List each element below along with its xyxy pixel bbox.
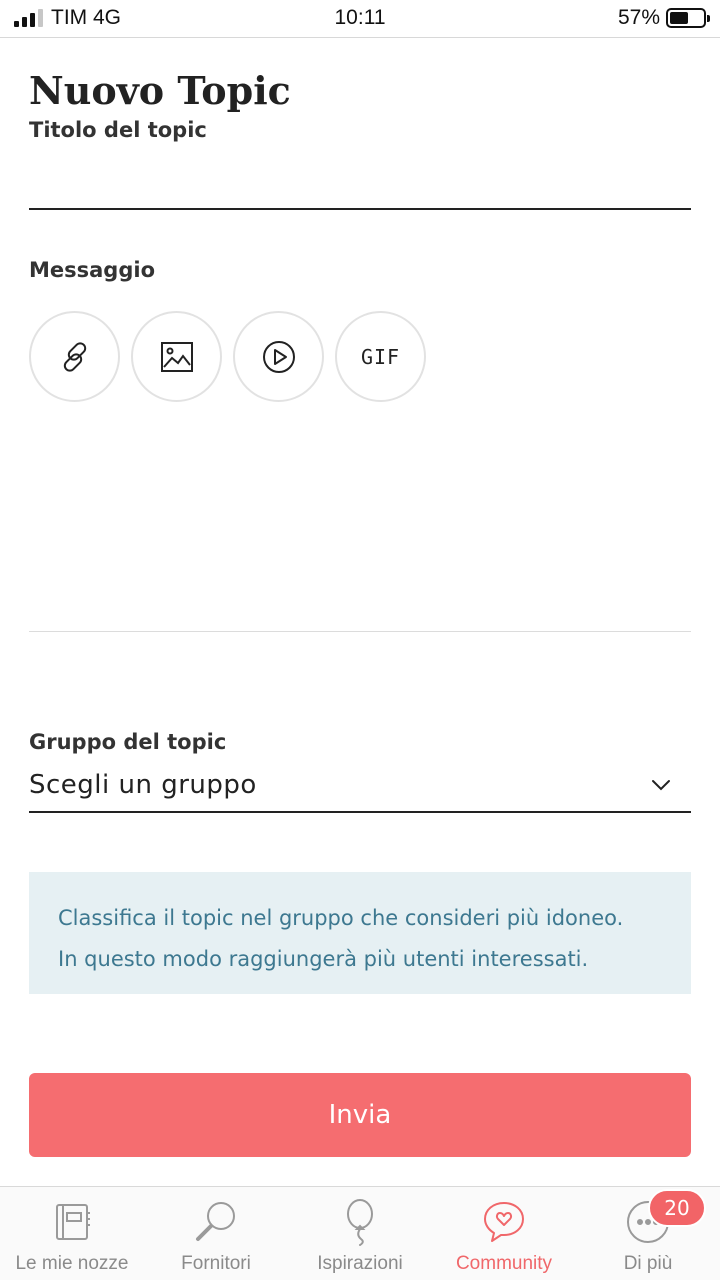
info-text-line-1: Classifica il topic nel gruppo che consi… <box>58 906 624 930</box>
nav-item-ispirazioni[interactable]: Ispirazioni <box>288 1187 432 1280</box>
insert-image-button[interactable] <box>131 311 222 402</box>
gif-icon: GIF <box>360 344 401 369</box>
chat-heart-icon <box>484 1202 524 1242</box>
group-select-value: Scegli un gruppo <box>29 769 257 800</box>
balloon-icon <box>347 1199 373 1246</box>
message-label: Messaggio <box>29 258 155 282</box>
group-select[interactable]: Scegli un gruppo <box>29 758 691 813</box>
status-bar: TIM 4G 10:11 57% <box>0 0 720 38</box>
nav-label: Community <box>455 1253 553 1274</box>
battery-icon <box>666 8 710 28</box>
insert-gif-button[interactable]: GIF <box>335 311 426 402</box>
chevron-down-icon <box>652 779 670 790</box>
insert-link-button[interactable] <box>29 311 120 402</box>
magnifier-icon <box>196 1202 235 1241</box>
video-icon <box>262 340 295 373</box>
nav-item-di-piu[interactable]: Di più 20 <box>576 1187 720 1280</box>
group-label: Gruppo del topic <box>29 730 227 754</box>
message-textarea[interactable] <box>29 412 691 632</box>
image-icon <box>160 341 193 372</box>
nav-label: Ispirazioni <box>317 1253 403 1274</box>
notification-badge: 20 <box>648 1189 706 1227</box>
notebook-icon <box>56 1204 90 1240</box>
topic-title-input[interactable] <box>29 160 691 210</box>
message-toolbar: GIF <box>29 311 426 402</box>
nav-item-le-mie-nozze[interactable]: Le mie nozze <box>0 1187 144 1280</box>
nav-label: Le mie nozze <box>15 1253 129 1274</box>
nav-label: Di più <box>623 1253 673 1274</box>
battery-percent: 57% <box>617 6 660 29</box>
info-text-line-2: In questo modo raggiungerà più utenti in… <box>58 947 589 971</box>
submit-button[interactable]: Invia <box>29 1073 691 1157</box>
topic-title-label: Titolo del topic <box>29 118 207 142</box>
link-icon <box>63 341 86 372</box>
status-time: 10:11 <box>334 6 386 29</box>
bottom-nav: Le mie nozze Fornitori Ispirazioni Commu… <box>0 1186 720 1280</box>
nav-item-community[interactable]: Community <box>432 1187 576 1280</box>
group-info-box: Classifica il topic nel gruppo che consi… <box>29 872 691 994</box>
nav-label: Fornitori <box>181 1253 251 1274</box>
insert-video-button[interactable] <box>233 311 324 402</box>
page-title: Nuovo Topic <box>29 68 291 113</box>
nav-item-fornitori[interactable]: Fornitori <box>144 1187 288 1280</box>
